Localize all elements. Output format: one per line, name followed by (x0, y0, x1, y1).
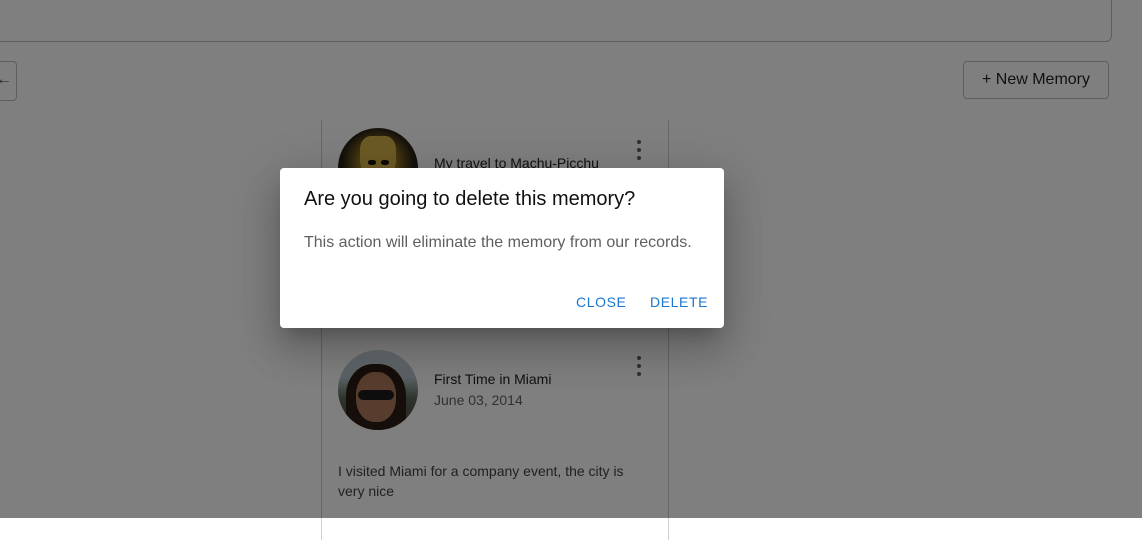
delete-button[interactable]: DELETE (650, 288, 708, 316)
close-button[interactable]: CLOSE (576, 288, 626, 316)
dialog-message: This action will eliminate the memory fr… (304, 234, 692, 251)
dialog-title: Are you going to delete this memory? (304, 188, 636, 210)
delete-confirm-dialog: Are you going to delete this memory? Thi… (280, 168, 724, 328)
